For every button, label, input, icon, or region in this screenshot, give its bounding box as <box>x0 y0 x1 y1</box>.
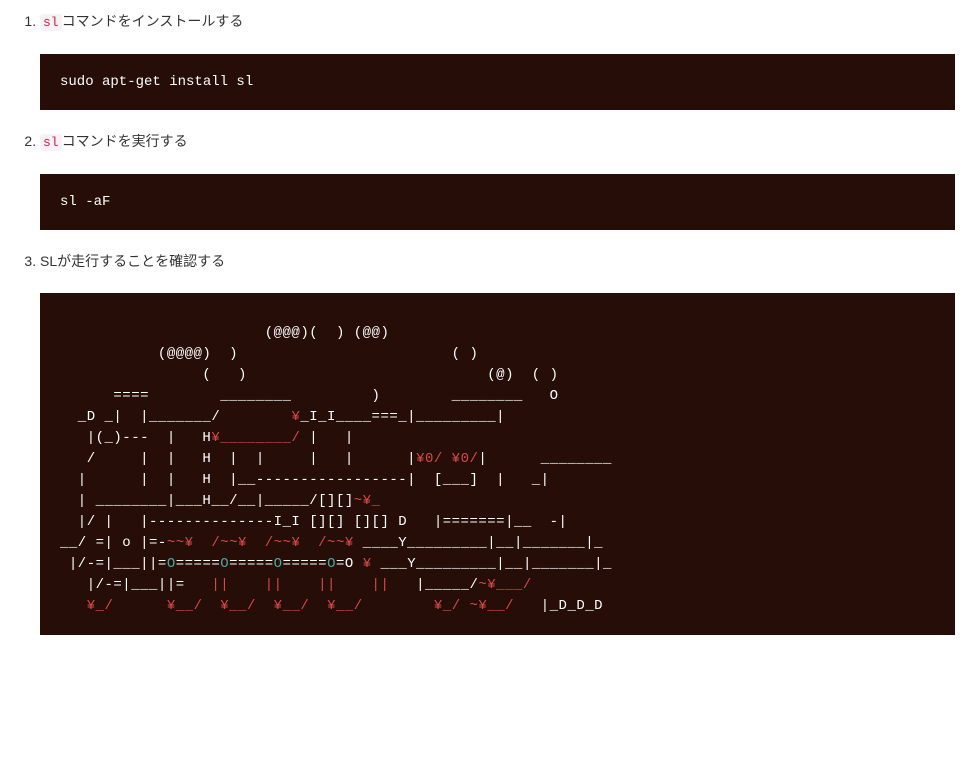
step-text: コマンドを実行する <box>62 133 188 149</box>
step-1: slコマンドをインストールする sudo apt-get install sl <box>40 10 955 110</box>
code-block-run: sl -aF <box>40 174 955 230</box>
step-3: SLが走行することを確認する (@@@)( ) (@@) (@@@@) ) ( … <box>40 250 955 634</box>
inline-code: sl <box>40 134 62 151</box>
instruction-list: slコマンドをインストールする sudo apt-get install sl … <box>15 10 955 635</box>
code-content: sl -aF <box>60 194 110 210</box>
step-text: SLが走行することを確認する <box>40 253 225 269</box>
inline-code: sl <box>40 14 62 31</box>
step-2: slコマンドを実行する sl -aF <box>40 130 955 230</box>
code-content: sudo apt-get install sl <box>60 74 253 90</box>
code-block-install: sudo apt-get install sl <box>40 54 955 110</box>
ascii-art-output: (@@@)( ) (@@) (@@@@) ) ( ) ( ) (@) ( ) =… <box>40 293 955 635</box>
step-text: コマンドをインストールする <box>62 13 244 29</box>
